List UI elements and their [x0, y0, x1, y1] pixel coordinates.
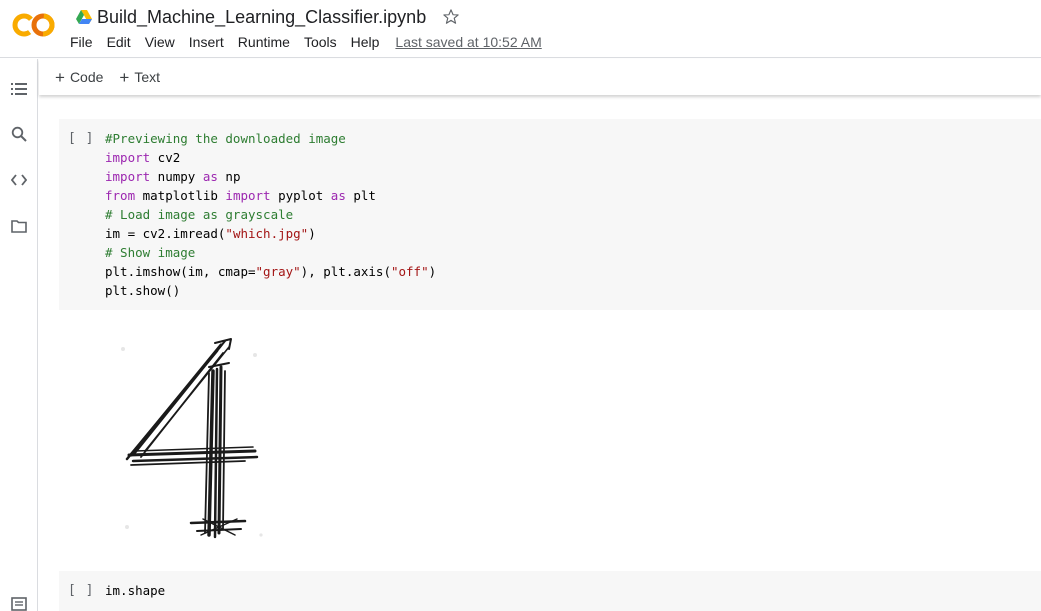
- add-text-cell-button[interactable]: + Text: [119, 69, 160, 86]
- run-cell-button[interactable]: [ ]: [68, 131, 94, 146]
- colab-logo-icon[interactable]: [12, 10, 56, 40]
- code-line: im = cv2.imread("which.jpg"): [105, 224, 436, 243]
- menu-view[interactable]: View: [145, 34, 175, 50]
- code-token: plt.show(): [105, 283, 181, 298]
- code-token: as: [202, 169, 218, 184]
- search-icon[interactable]: [8, 123, 30, 145]
- code-token: "off": [390, 264, 429, 279]
- menu-insert[interactable]: Insert: [189, 34, 224, 50]
- menu-tools[interactable]: Tools: [304, 34, 337, 50]
- plus-icon: +: [119, 67, 130, 87]
- add-code-label: Code: [69, 69, 104, 85]
- code-line: from matplotlib import pyplot as plt: [105, 186, 436, 205]
- code-token: import: [105, 169, 151, 184]
- title-row: Build_Machine_Learning_Classifier.ipynb: [76, 5, 460, 29]
- code-token: numpy: [150, 169, 203, 184]
- code-line: plt.show(): [105, 281, 436, 300]
- left-sidebar: [0, 59, 38, 611]
- add-text-label: Text: [134, 69, 161, 85]
- plus-icon: +: [55, 67, 65, 87]
- code-token: "which.jpg": [225, 226, 309, 241]
- code-token: pyplot: [270, 188, 331, 203]
- star-icon[interactable]: [442, 8, 460, 26]
- code-token: # Load image as grayscale: [105, 207, 294, 222]
- code-token: from: [105, 188, 136, 203]
- menu-runtime[interactable]: Runtime: [238, 34, 290, 50]
- menu-file[interactable]: File: [70, 34, 93, 50]
- notebook-area: [ ] #Previewing the downloaded image impo…: [39, 95, 1041, 611]
- code-token: plt: [345, 188, 376, 203]
- code-editor[interactable]: #Previewing the downloaded image import c…: [105, 129, 436, 300]
- code-snippets-icon[interactable]: [8, 169, 30, 191]
- code-token: import: [105, 150, 151, 165]
- notebook-title[interactable]: Build_Machine_Learning_Classifier.ipynb: [97, 7, 426, 28]
- code-token: cv2: [150, 150, 181, 165]
- last-saved-link[interactable]: Last saved at 10:52 AM: [395, 34, 541, 50]
- code-line: import numpy as np: [105, 167, 436, 186]
- code-token: "gray": [255, 264, 301, 279]
- code-token: matplotlib: [135, 188, 226, 203]
- code-token: plt.imshow(im, cmap=: [105, 264, 256, 279]
- terminal-icon[interactable]: [8, 593, 30, 611]
- code-line: # Load image as grayscale: [105, 205, 436, 224]
- menu-help[interactable]: Help: [351, 34, 380, 50]
- app-header: Build_Machine_Learning_Classifier.ipynb …: [0, 0, 1041, 58]
- code-token: # Show image: [105, 245, 196, 260]
- code-cell[interactable]: [ ] #Previewing the downloaded image impo…: [59, 119, 1041, 310]
- menu-bar: File Edit View Insert Runtime Tools Help…: [70, 33, 542, 51]
- code-token: ): [428, 264, 437, 279]
- code-token: #Previewing the downloaded image: [105, 131, 346, 146]
- code-cell[interactable]: [ ] im.shape: [59, 571, 1041, 611]
- code-line: # Show image: [105, 243, 436, 262]
- code-token: im.shape: [105, 583, 166, 598]
- files-icon[interactable]: [8, 215, 30, 237]
- code-line: import cv2: [105, 148, 436, 167]
- run-cell-button[interactable]: [ ]: [68, 583, 94, 598]
- code-token: as: [330, 188, 346, 203]
- code-token: im = cv2.imread(: [105, 226, 226, 241]
- code-editor[interactable]: im.shape: [105, 581, 165, 600]
- code-line: plt.imshow(im, cmap="gray"), plt.axis("o…: [105, 262, 436, 281]
- code-token: ), plt.axis(: [300, 264, 391, 279]
- code-token: ): [308, 226, 316, 241]
- menu-edit[interactable]: Edit: [107, 34, 131, 50]
- google-drive-icon[interactable]: [76, 10, 92, 24]
- table-of-contents-icon[interactable]: [8, 78, 30, 100]
- code-token: import: [225, 188, 271, 203]
- handwritten-digit-4-image: [105, 323, 285, 543]
- code-line: #Previewing the downloaded image: [105, 129, 436, 148]
- add-code-cell-button[interactable]: + Code: [55, 69, 103, 86]
- code-token: np: [217, 169, 241, 184]
- code-line: im.shape: [105, 581, 165, 600]
- notebook-toolbar: + Code + Text: [39, 59, 1041, 95]
